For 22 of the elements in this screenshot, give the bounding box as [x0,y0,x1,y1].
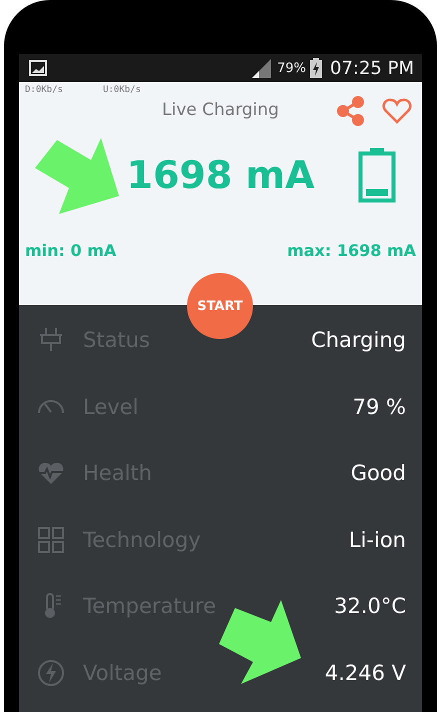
image-icon [29,60,47,76]
row-value: Li-ion [348,528,406,552]
share-icon[interactable] [336,96,366,126]
row-value: 79 % [352,394,406,419]
grid-icon [37,526,65,554]
battery-percent: 79% [277,60,306,76]
battery-icon [358,147,396,203]
max-reading: max: 1698 mA [287,241,416,260]
row-value: 32.0°C [334,594,406,618]
heart-icon[interactable] [382,97,412,125]
upload-speed: U:0Kb/s [102,85,141,95]
row-value: Charging [311,328,406,352]
row-value: Good [350,461,406,486]
lightning-icon [37,658,65,687]
signal-icon [251,58,272,78]
current-reading: 1698 mA [126,153,314,197]
min-reading: min: 0 mA [25,241,116,260]
row-value: 4.246 V [324,660,406,685]
clock: 07:25 PM [330,58,414,78]
app-title: Live Charging [162,100,279,120]
download-speed: D:0Kb/s [25,85,63,95]
charging-battery-icon [310,58,322,78]
